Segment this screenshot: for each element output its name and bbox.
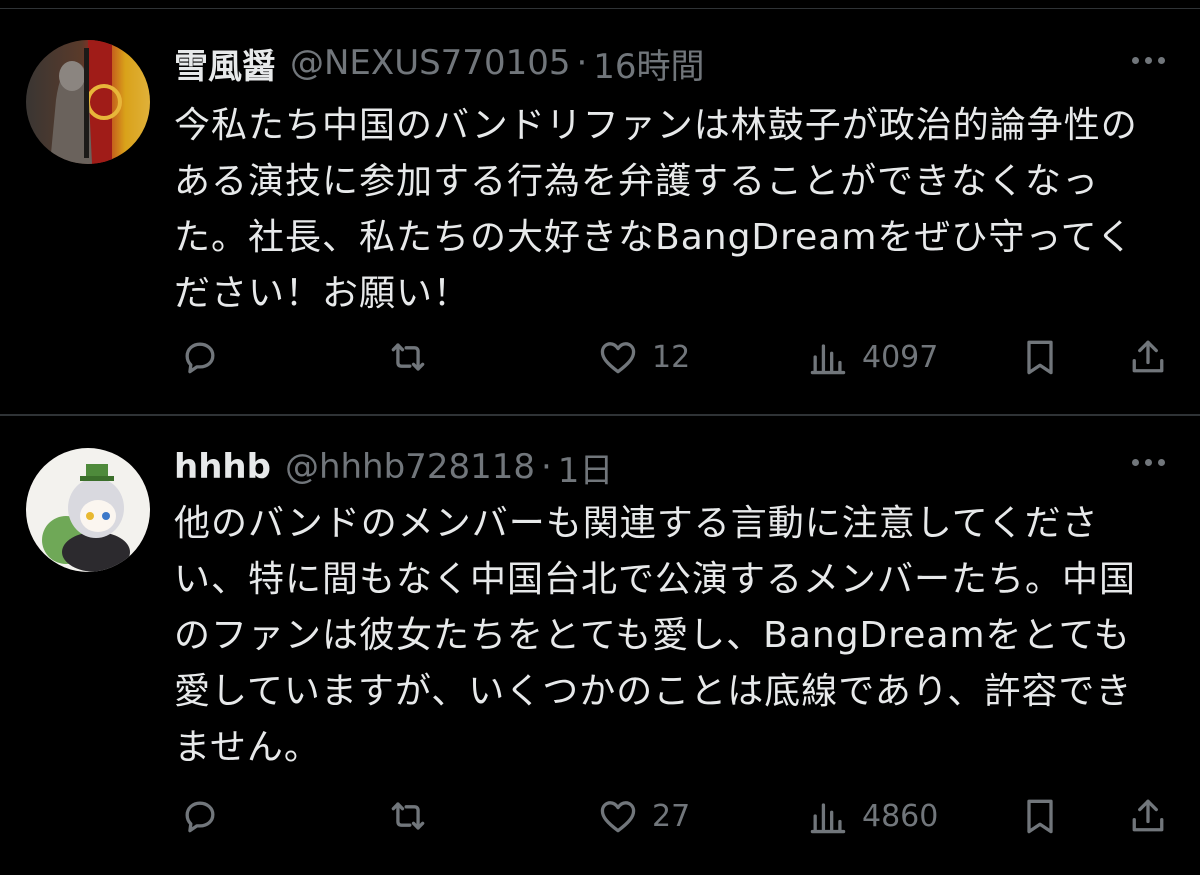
share-icon xyxy=(1132,799,1164,832)
reply-button[interactable] xyxy=(178,791,234,841)
like-count: 27 xyxy=(652,798,691,834)
author-handle[interactable]: @hhhb728118 xyxy=(285,447,535,487)
like-button[interactable]: 27 xyxy=(596,791,690,841)
tweet-header: 雪風醤 @NEXUS770105 · 16時間 xyxy=(174,38,1134,88)
retweet-button[interactable] xyxy=(386,332,442,382)
timestamp[interactable]: 1日 xyxy=(558,443,614,492)
more-icon[interactable] xyxy=(1126,452,1170,472)
author-handle[interactable]: @NEXUS770105 xyxy=(290,43,570,83)
views-button[interactable]: 4097 xyxy=(806,332,938,382)
tweet[interactable]: hhhb @hhhb728118 · 1日 他のバンドのメンバーも関連する言動に… xyxy=(0,416,1200,875)
more-icon[interactable] xyxy=(1126,50,1170,70)
like-button[interactable]: 12 xyxy=(596,332,690,382)
action-bar: 27 4860 xyxy=(170,791,1190,841)
views-icon xyxy=(810,344,846,375)
author-name[interactable]: 雪風醤 xyxy=(174,39,276,88)
heart-icon xyxy=(600,801,636,833)
avatar[interactable] xyxy=(26,40,150,164)
like-count: 12 xyxy=(652,339,691,375)
separator-dot: · xyxy=(576,43,588,83)
timestamp[interactable]: 16時間 xyxy=(593,39,704,88)
views-button[interactable]: 4860 xyxy=(806,791,938,841)
action-bar: 12 4097 xyxy=(170,332,1190,382)
tweet-text: 今私たち中国のバンドリファンは林鼓子が政治的論争性のある演技に参加する行為を弁護… xyxy=(174,105,1138,314)
share-button[interactable] xyxy=(1126,332,1170,382)
bookmark-icon xyxy=(1027,799,1053,834)
reply-icon xyxy=(185,342,215,374)
retweet-button[interactable] xyxy=(386,791,442,841)
heart-icon xyxy=(600,342,636,374)
view-count: 4860 xyxy=(862,798,939,834)
bookmark-button[interactable] xyxy=(1018,332,1062,382)
top-divider xyxy=(0,8,1200,9)
tweet[interactable]: 雪風醤 @NEXUS770105 · 16時間 今私たち中国のバンドリファンは林… xyxy=(0,10,1200,414)
separator-dot: · xyxy=(540,447,552,487)
tweet-text: 他のバンドのメンバーも関連する言動に注意してください、特に間もなく中国台北で公演… xyxy=(174,503,1137,768)
tweet-header: hhhb @hhhb728118 · 1日 xyxy=(174,442,1134,492)
author-name[interactable]: hhhb xyxy=(174,447,271,487)
bookmark-icon xyxy=(1027,340,1053,375)
view-count: 4097 xyxy=(862,339,939,375)
share-button[interactable] xyxy=(1126,791,1170,841)
retweet-icon xyxy=(391,343,425,371)
retweet-icon xyxy=(391,802,425,830)
bookmark-button[interactable] xyxy=(1018,791,1062,841)
avatar[interactable] xyxy=(26,448,150,572)
reply-button[interactable] xyxy=(178,332,234,382)
reply-icon xyxy=(185,801,215,833)
views-icon xyxy=(810,803,846,834)
share-icon xyxy=(1132,340,1164,373)
